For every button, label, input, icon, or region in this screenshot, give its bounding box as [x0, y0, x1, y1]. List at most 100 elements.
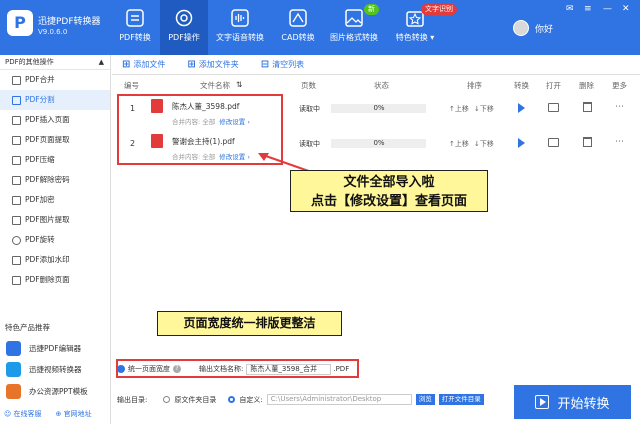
unify-width-checkbox[interactable] [117, 365, 125, 373]
add-file-button[interactable]: ⊞ 添加文件 [122, 59, 165, 70]
sidebar-item-rotate[interactable]: PDF旋转 [0, 230, 110, 250]
sort-icon[interactable]: ⇅ [236, 80, 242, 89]
sidebar-item-compress[interactable]: PDF压缩 [0, 150, 110, 170]
sidebar-item-decrypt[interactable]: PDF解除密码 [0, 170, 110, 190]
product-video-converter[interactable]: 迅捷视频转换器 [6, 362, 82, 377]
online-service-link[interactable]: ☺ 在线客服 [4, 409, 42, 419]
app-name: 迅捷PDF转换器 [38, 17, 101, 27]
pdf-editor-icon [6, 341, 21, 356]
sidebar-item-insert-page[interactable]: PDF插入页面 [0, 110, 110, 130]
more-icon[interactable]: ⋯ [615, 137, 624, 147]
nav-label: PDF操作 [168, 33, 200, 42]
radio-custom-label: 自定义: [239, 395, 263, 404]
output-name-input[interactable]: 陈杰人董_3598_合并 [246, 363, 332, 375]
sidebar-item-label: PDF页面提取 [25, 135, 70, 144]
move-up-button[interactable]: ↑上移 [449, 139, 469, 149]
folder-icon[interactable] [548, 103, 559, 112]
pdf-operate-icon [175, 9, 193, 27]
website-link[interactable]: ⊕ 官网地址 [56, 409, 92, 419]
browse-button[interactable]: 浏览 [415, 394, 435, 405]
add-file-label: 添加文件 [133, 60, 166, 69]
nav-label: CAD转换 [281, 33, 315, 42]
website-label: 官网地址 [63, 410, 92, 418]
sidebar-item-extract-page[interactable]: PDF页面提取 [0, 130, 110, 150]
play-icon[interactable] [518, 103, 525, 113]
col-num: 编号 [124, 81, 139, 90]
page-count: 读取中 [299, 140, 320, 148]
mail-icon[interactable]: ✉ [566, 4, 574, 14]
nav-voice[interactable]: 文字语音转换 [212, 0, 268, 55]
user-area[interactable]: 你好 [513, 20, 553, 36]
app-header: P 迅捷PDF转换器 V9.0.6.0 PDF转换 PDF操作 文字语音转换 C… [0, 0, 640, 55]
close-icon[interactable]: ✕ [622, 4, 630, 14]
output-dir-label: 输出目录: [117, 395, 148, 404]
sidebar-item-encrypt[interactable]: PDF加密 [0, 190, 110, 210]
table-header: 编号 文件名称 ⇅ 页数 状态 排序 转换 打开 删除 更多 [112, 77, 640, 91]
split-icon [12, 95, 21, 105]
product-label: 迅捷视频转换器 [29, 365, 82, 374]
product-label: 迅捷PDF编辑器 [29, 344, 82, 353]
sidebar-item-image-extract[interactable]: PDF图片提取 [0, 210, 110, 230]
nav-pdf-operate[interactable]: PDF操作 [160, 0, 208, 55]
nav-label: 特色转换 [395, 33, 428, 42]
sidebar-item-label: PDF图片提取 [25, 215, 70, 224]
product-pdf-editor[interactable]: 迅捷PDF编辑器 [6, 341, 81, 356]
sidebar-title-text: PDF的其他操作 [5, 58, 54, 66]
add-folder-button[interactable]: ⊞ 添加文件夹 [187, 59, 238, 70]
path-input[interactable]: C:\Users\Administrator\Desktop [266, 394, 412, 405]
col-convert: 转换 [514, 81, 529, 90]
radio-original[interactable] [163, 396, 171, 403]
trash-icon[interactable] [583, 102, 592, 112]
product-label: 办公资源PPT模板 [29, 387, 88, 396]
clear-list-button[interactable]: ⊟ 清空列表 [261, 59, 304, 70]
watermark-icon [12, 255, 21, 265]
start-label: 开始转换 [557, 396, 610, 412]
delete-page-icon [12, 275, 21, 285]
nav-pdf-convert[interactable]: PDF转换 [110, 0, 160, 55]
folder-icon[interactable] [548, 138, 559, 147]
more-icon[interactable]: ⋯ [615, 102, 624, 112]
unlock-icon [12, 175, 21, 185]
move-down-button[interactable]: ↓下移 [474, 104, 494, 114]
output-name-label: 输出文档名称: [199, 365, 244, 373]
avatar [513, 20, 529, 36]
sidebar-item-label: PDF插入页面 [25, 115, 70, 124]
col-more: 更多 [612, 81, 627, 90]
merge-icon [12, 75, 21, 85]
callout-import: 文件全部导入啦 点击【修改设置】查看页面 [290, 170, 488, 212]
col-status: 状态 [374, 81, 389, 90]
extract-page-icon [12, 135, 21, 145]
nav-label: PDF转换 [119, 33, 151, 42]
move-up-label: 上移 [454, 105, 469, 113]
radio-custom[interactable] [228, 396, 236, 403]
progress-text: 0% [373, 104, 385, 112]
sidebar-item-label: PDF旋转 [25, 235, 55, 244]
col-delete: 删除 [579, 81, 594, 90]
sidebar-footer: ☺ 在线客服 ⊕ 官网地址 [4, 409, 92, 419]
help-icon[interactable]: ? [173, 365, 181, 373]
sidebar-item-watermark[interactable]: PDF添加水印 [0, 250, 110, 270]
sidebar-item-split[interactable]: PDF分割 [0, 90, 110, 110]
sidebar-title[interactable]: PDF的其他操作 ▲ [0, 55, 110, 70]
move-up-button[interactable]: ↑上移 [449, 104, 469, 114]
folder-plus-icon: ⊞ [187, 59, 196, 70]
move-down-button[interactable]: ↓下移 [474, 139, 494, 149]
trash-icon[interactable] [583, 137, 592, 147]
play-icon[interactable] [518, 138, 525, 148]
open-folder-button[interactable]: 打开文件目录 [438, 394, 484, 405]
start-convert-button[interactable]: 开始转换 [514, 385, 631, 419]
ocr-badge[interactable]: 文字识别 [421, 4, 457, 15]
menu-icon[interactable]: ≡ [584, 4, 592, 14]
output-dir: 输出目录: 原文件夹目录 自定义: C:\Users\Administrator… [117, 394, 484, 405]
convert-icon [126, 9, 144, 27]
sidebar-item-delete-page[interactable]: PDF删除页面 [0, 270, 110, 290]
output-ext: .PDF [333, 365, 350, 373]
product-ppt-templates[interactable]: 办公资源PPT模板 [6, 384, 88, 399]
online-service-label: 在线客服 [13, 410, 42, 418]
chevron-up-icon[interactable]: ▲ [99, 55, 104, 70]
nav-cad[interactable]: CAD转换 [278, 0, 318, 55]
minimize-icon[interactable]: — [603, 4, 612, 14]
sidebar-item-label: PDF压缩 [25, 155, 55, 164]
move-down-label: 下移 [479, 105, 494, 113]
sidebar-item-merge[interactable]: PDF合并 [0, 70, 110, 90]
